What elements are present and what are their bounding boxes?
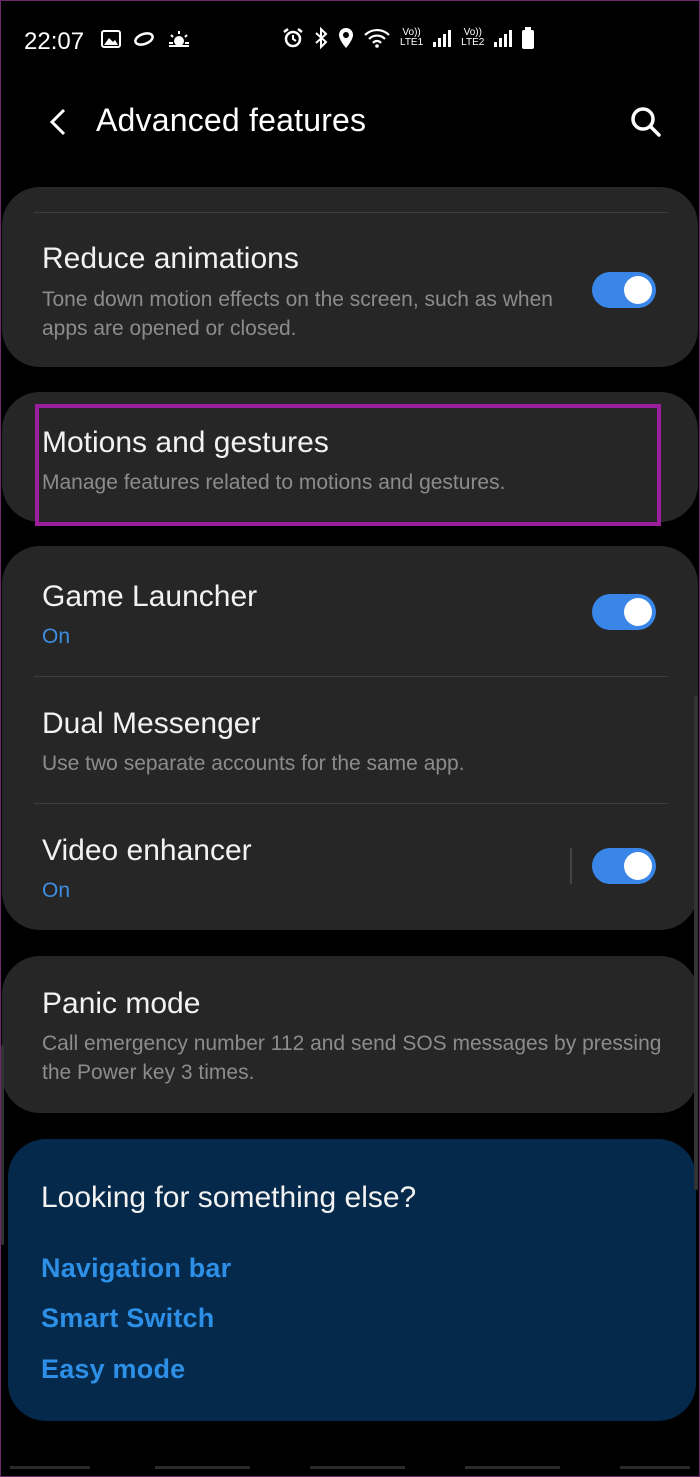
item-subtitle: Call emergency number 112 and send SOS m…	[42, 1032, 662, 1084]
link-icon	[134, 32, 154, 46]
sim1-indicator: Vo)) LTE1	[400, 27, 424, 48]
dual-messenger-item[interactable]: Dual Messenger Use two separate accounts…	[2, 677, 698, 803]
clock: 22:07	[24, 28, 85, 55]
item-title: Panic mode	[42, 987, 201, 1020]
bottom-list-preview	[10, 1466, 690, 1469]
scrollbar[interactable]	[694, 695, 698, 1190]
item-subtitle: Tone down motion effects on the screen, …	[42, 288, 553, 340]
signal-sim1-icon	[433, 29, 452, 47]
battery-icon	[522, 27, 535, 49]
link-easy-mode[interactable]: Easy mode	[41, 1354, 185, 1385]
back-arrow-icon	[49, 108, 66, 136]
sim2-indicator: Vo)) LTE2	[461, 27, 485, 48]
reduce-animations-item[interactable]: Reduce animations Tone down motion effec…	[2, 187, 698, 367]
scroll-indicator-left	[1, 1045, 4, 1245]
item-title: Game Launcher	[42, 580, 258, 613]
search-icon	[631, 107, 661, 137]
bluetooth-icon	[315, 27, 328, 49]
game-launcher-toggle[interactable]	[592, 594, 656, 630]
suggestions-card: Looking for something else? Navigation b…	[8, 1139, 696, 1421]
status-bar: 22:07 Vo)) LTE1 Vo)) LTE2	[0, 0, 700, 84]
reduce-animations-toggle[interactable]	[592, 272, 656, 308]
alarm-icon	[283, 28, 303, 48]
panic-mode-item[interactable]: Panic mode Call emergency number 112 and…	[2, 956, 698, 1113]
item-title: Dual Messenger	[42, 707, 261, 740]
item-title: Reduce animations	[42, 242, 299, 275]
link-smart-switch[interactable]: Smart Switch	[41, 1303, 214, 1334]
highlight-box	[35, 404, 661, 526]
notification-icons	[101, 29, 191, 49]
item-status: On	[42, 879, 71, 902]
link-navigation-bar[interactable]: Navigation bar	[41, 1253, 231, 1284]
wifi-icon	[364, 28, 390, 48]
settings-card-apps: Game Launcher On Dual Messenger Use two …	[2, 546, 698, 930]
page-title: Advanced features	[96, 102, 367, 138]
gallery-icon	[101, 30, 121, 48]
signal-sim2-icon	[494, 29, 513, 47]
separator	[570, 848, 572, 884]
system-icons: Vo)) LTE1 Vo)) LTE2	[282, 27, 535, 49]
weather-icon	[169, 31, 189, 47]
settings-card-animations: Reduce animations Tone down motion effec…	[2, 187, 698, 367]
location-icon	[339, 28, 353, 48]
app-bar: Advanced features	[0, 84, 700, 164]
item-subtitle: Use two separate accounts for the same a…	[42, 752, 465, 775]
settings-card-panic: Panic mode Call emergency number 112 and…	[2, 956, 698, 1113]
video-enhancer-item[interactable]: Video enhancer On	[2, 804, 698, 930]
item-status: On	[42, 625, 71, 648]
item-title: Video enhancer	[42, 834, 252, 867]
game-launcher-item[interactable]: Game Launcher On	[2, 546, 698, 676]
suggestions-title: Looking for something else?	[41, 1181, 417, 1214]
back-button[interactable]	[38, 102, 78, 142]
video-enhancer-toggle[interactable]	[592, 848, 656, 884]
search-button[interactable]	[624, 100, 668, 144]
